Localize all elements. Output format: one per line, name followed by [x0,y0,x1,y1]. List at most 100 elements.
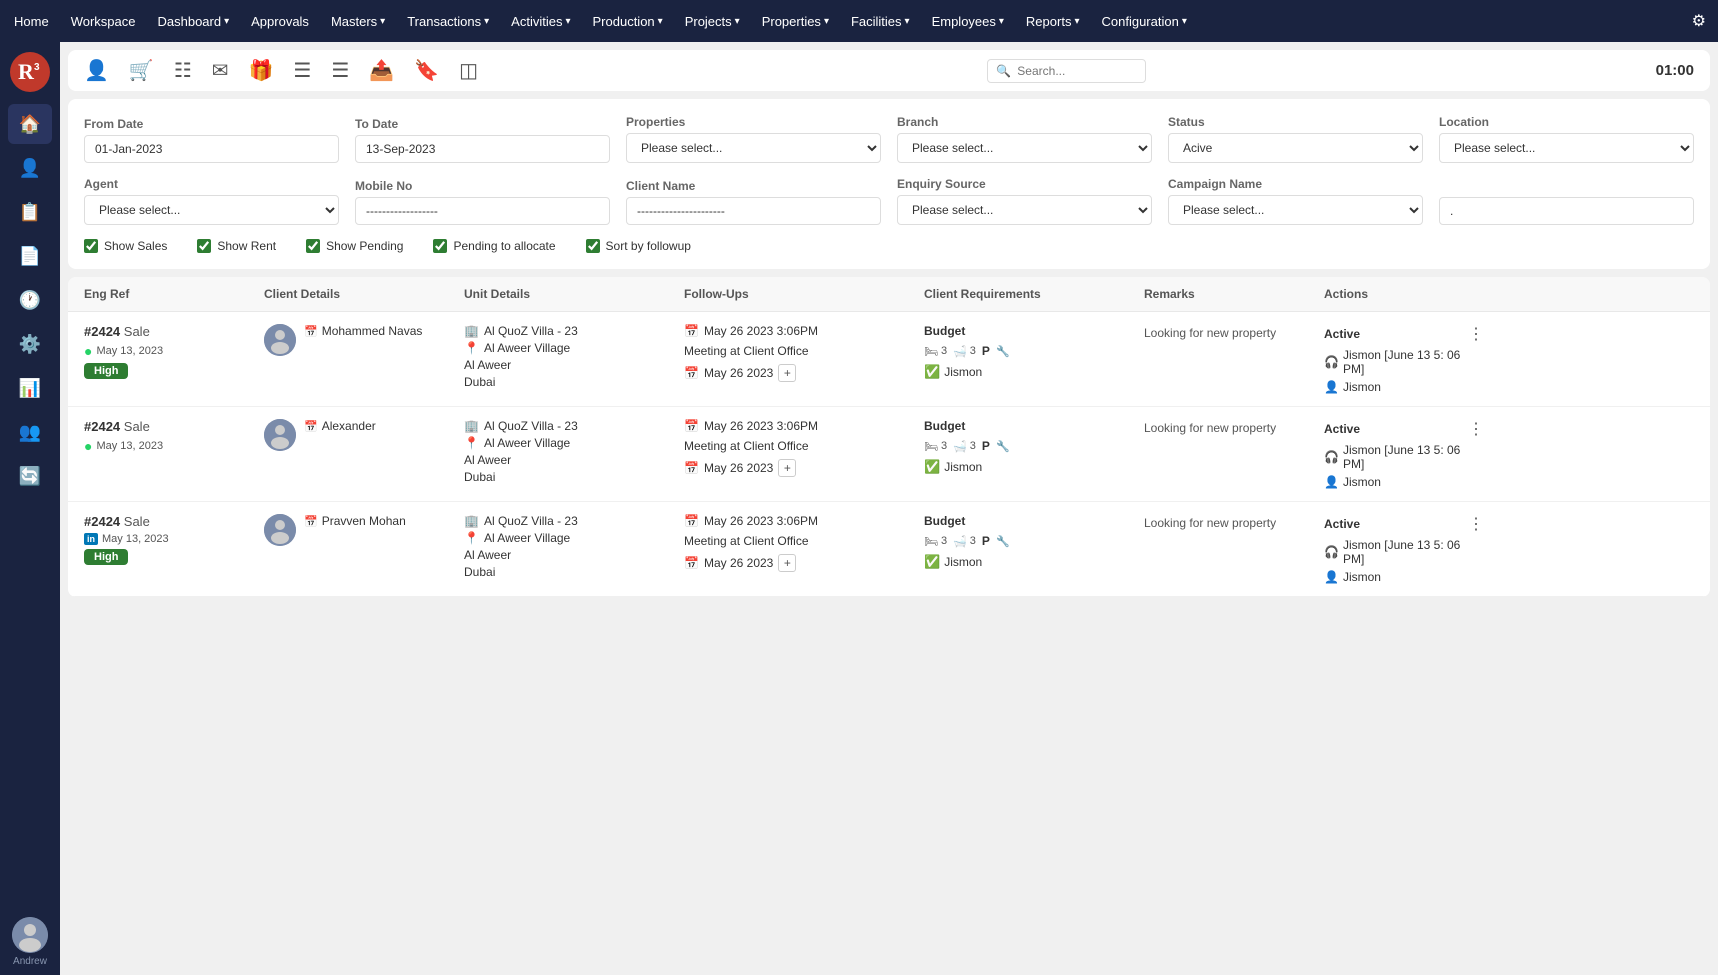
actions-cell-1: Active ⋮ 🎧 Jismon [June 13 5: 06 PM] 👤 J… [1324,324,1484,394]
nav-home[interactable]: Home [12,10,51,33]
client-avatar [264,514,296,546]
nav-production[interactable]: Production ▾ [591,10,665,33]
ref-id: #2424 [84,514,120,529]
sidebar-item-refresh[interactable]: 🔄 [8,456,52,496]
col-actions: Actions [1324,287,1484,301]
action-status: Active [1324,327,1360,341]
bed-icon: 🛏 3 [924,535,947,548]
location-icon: 📍 [464,531,479,545]
enquiry-source-label: Enquiry Source [897,177,1152,191]
sidebar-item-document[interactable]: 📄 [8,236,52,276]
enquiry-source-select[interactable]: Please select... [897,195,1152,225]
nav-transactions[interactable]: Transactions ▾ [405,10,491,33]
more-actions-button[interactable]: ⋮ [1468,419,1484,439]
show-pending-checkbox[interactable]: Show Pending [306,239,403,253]
nav-workspace[interactable]: Workspace [69,10,138,33]
from-date-input[interactable] [84,135,339,163]
svg-text:R: R [18,59,35,84]
status-select[interactable]: Acive [1168,133,1423,163]
to-date-input[interactable] [355,135,610,163]
budget-label: Budget [924,514,1144,528]
search-input[interactable] [1017,64,1137,78]
building-icon: 🏢 [464,419,479,433]
eng-ref-cell-2: #2424 Sale ● May 13, 2023 [84,419,264,454]
gift-toolbar-icon[interactable]: 🎁 [249,58,274,83]
col-client-details: Client Details [264,287,464,301]
nav-projects[interactable]: Projects ▾ [683,10,742,33]
nav-approvals[interactable]: Approvals [249,10,311,33]
chevron-down-icon: ▾ [1074,16,1079,27]
table-row: #2424 Sale ● May 13, 2023 📅 Alexander [68,407,1710,502]
bookmark-toolbar-icon[interactable]: 🔖 [414,58,439,83]
contact-info: ● May 13, 2023 [84,343,264,359]
req-cell-2: Budget 🛏 3 🛁 3 P 🔧 ✅ Jismon [924,419,1144,475]
col-follow-ups: Follow-Ups [684,287,924,301]
nav-activities[interactable]: Activities ▾ [509,10,572,33]
location-select[interactable]: Please select... [1439,133,1694,163]
sidebar-item-clock[interactable]: 🕐 [8,280,52,320]
nav-dashboard[interactable]: Dashboard ▾ [155,10,231,33]
assigned-name: ✅ Jismon [924,364,1144,380]
pending-to-allocate-checkbox[interactable]: Pending to allocate [433,239,555,253]
nav-configuration[interactable]: Configuration ▾ [1099,10,1188,33]
headphone-icon: 🎧 [1324,355,1339,369]
calendar-followup-icon: 📅 [684,419,699,433]
upload-toolbar-icon[interactable]: 📤 [369,58,394,83]
mail-toolbar-icon[interactable]: ✉ [212,58,229,83]
client-avatar [264,324,296,356]
person-toolbar-icon[interactable]: 👤 [84,58,109,83]
properties-group: Properties Please select... [626,115,881,163]
nav-facilities[interactable]: Facilities ▾ [849,10,912,33]
ref-type: Sale [124,514,150,529]
add-followup-button[interactable]: + [778,459,796,477]
agent-label: Agent [84,177,339,191]
action-person-line: 👤 Jismon [1324,570,1484,584]
ref-type: Sale [124,419,150,434]
show-rent-checkbox[interactable]: Show Rent [197,239,276,253]
bath-icon: 🛁 3 [953,345,976,358]
filter-toolbar-icon[interactable]: ☰ [331,58,349,83]
mobile-input[interactable] [355,197,610,225]
table-toolbar-icon[interactable]: ◫ [459,58,478,83]
sidebar-item-home[interactable]: 🏠 [8,104,52,144]
sidebar-item-person[interactable]: 👤 [8,148,52,188]
nav-properties[interactable]: Properties ▾ [760,10,831,33]
nav-reports[interactable]: Reports ▾ [1024,10,1082,33]
followup-cell-1: 📅May 26 2023 3:06PM Meeting at Client Of… [684,324,924,382]
more-actions-button[interactable]: ⋮ [1468,514,1484,534]
sidebar-item-settings[interactable]: ⚙️ [8,324,52,364]
sidebar-item-chart[interactable]: 📊 [8,368,52,408]
extra-input[interactable] [1439,197,1694,225]
more-actions-button[interactable]: ⋮ [1468,324,1484,344]
table-row: #2424 Sale ● May 13, 2023 High 📅 Mohamme… [68,312,1710,407]
add-followup-button[interactable]: + [778,554,796,572]
properties-select[interactable]: Please select... [626,133,881,163]
nav-masters[interactable]: Masters ▾ [329,10,387,33]
filter-row-2: Agent Please select... Mobile No Client … [84,177,1694,225]
budget-label: Budget [924,419,1144,433]
sidebar-item-clipboard[interactable]: 📋 [8,192,52,232]
cart-toolbar-icon[interactable]: 🛒 [129,58,154,83]
branch-select[interactable]: Please select... [897,133,1152,163]
nav-employees[interactable]: Employees ▾ [930,10,1006,33]
client-name-input[interactable] [626,197,881,225]
show-sales-checkbox[interactable]: Show Sales [84,239,167,253]
campaign-name-select[interactable]: Please select... [1168,195,1423,225]
search-box[interactable]: 🔍 [987,59,1146,83]
sidebar-item-team[interactable]: 👥 [8,412,52,452]
col-remarks: Remarks [1144,287,1324,301]
followup-cell-2: 📅May 26 2023 3:06PM Meeting at Client Of… [684,419,924,477]
toolbar-time: 01:00 [1656,62,1694,79]
req-cell-3: Budget 🛏 3 🛁 3 P 🔧 ✅ Jismon [924,514,1144,570]
add-followup-button[interactable]: + [778,364,796,382]
settings-icon[interactable]: ⚙ [1692,11,1706,31]
person-icon: 👤 [1324,380,1339,394]
client-name: 📅 Alexander [304,419,376,433]
status-group: Status Acive [1168,115,1423,163]
list-toolbar-icon[interactable]: ☰ [293,58,311,83]
grid-toolbar-icon[interactable]: ☷ [174,58,192,83]
sort-by-followup-checkbox[interactable]: Sort by followup [586,239,691,253]
action-person-line: 👤 Jismon [1324,380,1484,394]
agent-select[interactable]: Please select... [84,195,339,225]
client-cell-2: 📅 Alexander [264,419,464,451]
